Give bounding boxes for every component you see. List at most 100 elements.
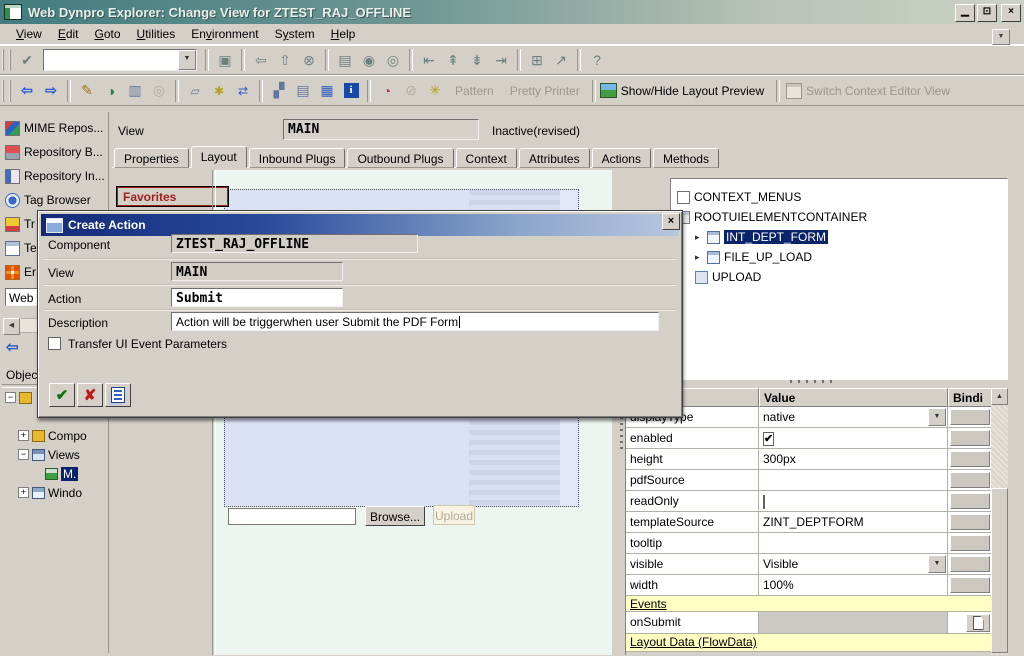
dialog-titlebar[interactable]: Create Action — [41, 214, 679, 236]
sort-button[interactable]: ▤ — [291, 80, 315, 102]
property-section-layout-data-flowdata-[interactable]: Layout Data (FlowData) — [626, 634, 992, 652]
tab-properties[interactable]: Properties — [114, 148, 189, 168]
find-next-button[interactable]: ◎ — [381, 49, 405, 71]
pretty-printer-button[interactable]: Pretty Printer — [510, 84, 580, 98]
binding-button[interactable] — [950, 472, 990, 488]
sidebar-button-repository-in-[interactable]: Repository In... — [2, 164, 108, 188]
file-upload-input[interactable] — [228, 508, 356, 525]
check-button[interactable]: ▱ — [183, 80, 207, 102]
sidebar-button-tag-browser[interactable]: Tag Browser — [2, 188, 108, 212]
activate-button[interactable]: ◎ — [147, 80, 171, 102]
close-button[interactable]: × — [1001, 4, 1021, 22]
previous-page-button[interactable]: ⇞ — [441, 49, 465, 71]
tree-back-button[interactable]: ⇦ — [6, 338, 19, 356]
menu-help[interactable]: Help — [323, 25, 364, 43]
switch-context-editor-button[interactable]: Switch Context Editor View — [806, 84, 950, 98]
dialog-description-field[interactable]: Action will be triggerwhen user Submit t… — [171, 312, 659, 331]
menu-overflow-button[interactable]: ▼ — [992, 29, 1010, 45]
tab-outbound-plugs[interactable]: Outbound Plugs — [347, 148, 454, 168]
property-value[interactable]: 300px — [759, 449, 948, 469]
tree-expander-icon[interactable]: + — [18, 487, 29, 498]
binding-button[interactable] — [950, 514, 990, 530]
section-link[interactable]: Layout Data (FlowData) — [630, 635, 757, 649]
binding-button[interactable] — [950, 451, 990, 467]
enter-button[interactable]: ✔ — [15, 49, 39, 71]
cancel-button[interactable]: ⊗ — [297, 49, 321, 71]
tab-context[interactable]: Context — [455, 148, 517, 168]
pattern-button[interactable]: Pattern — [455, 84, 494, 98]
object-tree-item[interactable]: + Compo — [3, 426, 107, 445]
dialog-close-button[interactable]: × — [662, 213, 680, 230]
tree-expander-icon[interactable]: + — [18, 430, 29, 441]
property-section-events[interactable]: Events — [626, 596, 992, 612]
stop-button[interactable]: ⊘ — [399, 80, 423, 102]
property-value[interactable] — [759, 533, 948, 553]
navigate-back-button[interactable]: ⇦ — [15, 80, 39, 102]
scroll-up-icon[interactable]: ▲ — [991, 388, 1008, 405]
property-value[interactable]: native ▼ — [759, 407, 948, 427]
property-value[interactable] — [759, 612, 948, 633]
property-value[interactable]: ZINT_DEPTFORM — [759, 512, 948, 532]
tab-attributes[interactable]: Attributes — [518, 148, 590, 168]
info-button[interactable]: i — [339, 80, 363, 102]
menu-system[interactable]: System — [267, 25, 323, 43]
back-button[interactable]: ⇦ — [249, 49, 273, 71]
property-value[interactable] — [759, 470, 948, 490]
command-field-input[interactable] — [44, 50, 178, 70]
dialog-action-field[interactable]: Submit — [171, 288, 343, 307]
menu-environment[interactable]: Environment — [183, 25, 266, 43]
ui-tree-item-file_up_load[interactable]: ▸ FILE_UP_LOAD — [671, 247, 1007, 267]
ui-tree-item-context_menus[interactable]: CONTEXT_MENUS — [671, 187, 1007, 207]
menu-goto[interactable]: Goto — [87, 25, 129, 43]
dialog-confirm-button[interactable]: ✔ — [49, 383, 75, 407]
tree-expander-icon[interactable]: − — [18, 449, 29, 460]
object-tree-item[interactable]: + Windo — [3, 483, 107, 502]
tab-actions[interactable]: Actions — [591, 148, 651, 168]
minimize-button[interactable]: ▁ — [955, 4, 975, 22]
first-page-button[interactable]: ⇤ — [417, 49, 441, 71]
binding-button[interactable] — [950, 577, 990, 593]
binding-button[interactable] — [950, 556, 990, 572]
binding-button[interactable] — [950, 493, 990, 509]
new-session-button[interactable]: ⊞ — [525, 49, 549, 71]
restore-button[interactable]: ⊡ — [977, 4, 997, 22]
sidebar-button-repository-b-[interactable]: Repository B... — [2, 140, 108, 164]
find-button[interactable]: ◉ — [357, 49, 381, 71]
sidebar-button-mime-repos-[interactable]: MIME Repos... — [2, 116, 108, 140]
menu-utilities[interactable]: Utilities — [129, 25, 184, 43]
menu-edit[interactable]: Edit — [50, 25, 87, 43]
object-tree-item[interactable]: M. — [3, 464, 107, 483]
dialog-copy-button[interactable] — [105, 383, 131, 407]
print-button[interactable]: ▤ — [333, 49, 357, 71]
command-field[interactable]: ▼ — [43, 49, 197, 71]
binding-button[interactable] — [950, 535, 990, 551]
property-checkbox[interactable]: ✔ — [763, 432, 775, 446]
menu-view[interactable]: View — [8, 25, 50, 43]
tab-layout[interactable]: Layout — [190, 146, 247, 168]
property-value[interactable]: ✔ — [759, 428, 948, 448]
dropdown-icon[interactable]: ▼ — [928, 555, 946, 573]
table-view-button[interactable]: ▦ — [315, 80, 339, 102]
syntax-check-button[interactable]: ✱ — [207, 80, 231, 102]
scroll-left-icon[interactable]: ◀ — [3, 318, 20, 335]
dialog-cancel-button[interactable]: ✘ — [77, 383, 103, 407]
panel-splitter[interactable] — [790, 380, 834, 383]
tree-expander-icon[interactable]: − — [5, 392, 16, 403]
help-button[interactable]: ? — [585, 49, 609, 71]
binding-button[interactable] — [950, 430, 990, 446]
transfer-ui-event-parameters-checkbox[interactable] — [48, 337, 61, 350]
hierarchy-button[interactable]: ▞ — [267, 80, 291, 102]
show-hide-layout-preview-button[interactable]: Show/Hide Layout Preview — [621, 84, 764, 98]
copy-button[interactable]: ▥ — [123, 80, 147, 102]
browse-button[interactable]: Browse... — [365, 506, 425, 526]
edit-button[interactable]: ✎ — [75, 80, 99, 102]
binding-button[interactable] — [950, 409, 990, 425]
where-used-button[interactable]: ⇄ — [231, 80, 255, 102]
create-event-handler-button[interactable] — [966, 614, 990, 632]
navigate-forward-button[interactable]: ⇨ — [39, 80, 63, 102]
command-field-dropdown-icon[interactable]: ▼ — [178, 50, 196, 70]
object-tree-item[interactable]: − Views — [3, 445, 107, 464]
last-page-button[interactable]: ⇥ — [489, 49, 513, 71]
property-value[interactable] — [759, 491, 948, 511]
property-value[interactable]: 100% — [759, 575, 948, 595]
